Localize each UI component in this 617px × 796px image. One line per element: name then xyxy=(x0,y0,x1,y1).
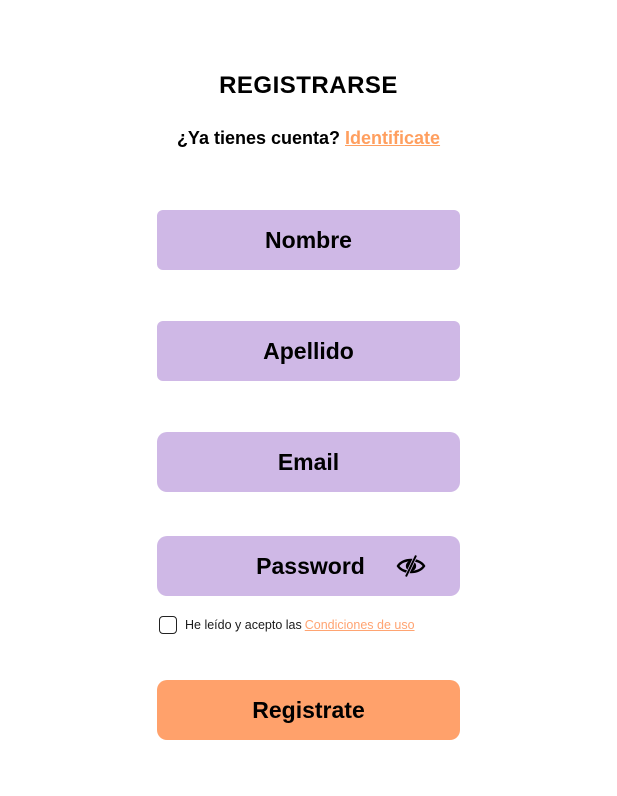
eye-slash-icon[interactable] xyxy=(396,552,426,580)
terms-row: He leído y acepto las Condiciones de uso xyxy=(159,614,415,636)
login-link[interactable]: Identificate xyxy=(345,128,440,148)
password-field[interactable] xyxy=(157,536,460,596)
email-input[interactable] xyxy=(157,432,460,492)
surname-field[interactable] xyxy=(157,321,460,381)
terms-text: He leído y acepto las xyxy=(185,618,302,632)
name-field[interactable] xyxy=(157,210,460,270)
terms-link[interactable]: Condiciones de uso xyxy=(305,618,415,632)
surname-input[interactable] xyxy=(157,321,460,381)
page-title: REGISTRARSE xyxy=(219,72,398,99)
terms-checkbox[interactable] xyxy=(159,616,177,634)
login-prompt: ¿Ya tienes cuenta? Identificate xyxy=(0,128,617,149)
eye-slash-icon-graphic xyxy=(396,554,426,578)
email-field[interactable] xyxy=(157,432,460,492)
login-prompt-text: ¿Ya tienes cuenta? xyxy=(176,128,340,148)
name-input[interactable] xyxy=(157,210,460,270)
register-button[interactable]: Registrate xyxy=(157,680,460,740)
